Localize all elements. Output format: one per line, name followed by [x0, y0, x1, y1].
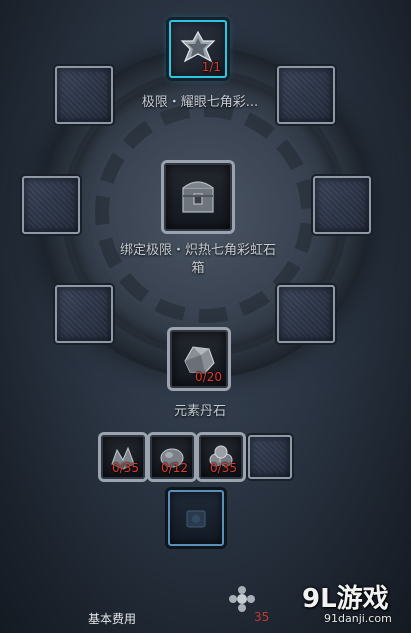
gear-icon[interactable]	[228, 585, 256, 613]
site-watermark: 9L游戏 91danji.com	[302, 578, 411, 633]
slot-bottom-right[interactable]	[277, 285, 335, 343]
main-item-name-line2: 箱	[191, 261, 205, 276]
result-item-slot[interactable]: 1/1	[169, 20, 227, 78]
sub-material-count-3: 0/35	[210, 461, 237, 475]
faded-item-icon	[186, 510, 206, 528]
treasure-chest-icon	[182, 181, 214, 213]
main-item-slot[interactable]	[164, 163, 232, 231]
sub-material-count-2: 0/12	[161, 461, 188, 475]
sub-material-slot-4[interactable]	[248, 435, 292, 479]
slot-top-left[interactable]	[55, 66, 113, 124]
material-item-count: 0/20	[195, 370, 222, 384]
slot-mid-left[interactable]	[22, 176, 80, 234]
main-item-name-line1: 绑定极限・炽热七角彩虹石	[119, 243, 276, 258]
sub-material-count-1: 0/35	[112, 461, 139, 475]
base-cost-value: 35	[254, 610, 270, 624]
result-item-name: 极限・耀眼七角彩...	[141, 95, 259, 110]
material-item-name: 元素丹石	[173, 404, 226, 419]
bottom-extra-slot[interactable]	[168, 490, 224, 546]
watermark-logo: 9L游戏	[302, 584, 389, 614]
main-item-name: 绑定极限・炽热七角彩虹石 箱	[98, 242, 298, 278]
sub-material-slot-2[interactable]: 0/12	[150, 435, 194, 479]
slot-mid-right[interactable]	[313, 176, 371, 234]
sub-material-slot-3[interactable]: 0/35	[199, 435, 243, 479]
material-item-slot[interactable]: 0/20	[170, 330, 228, 388]
base-cost-label: 基本费用	[88, 612, 137, 626]
watermark-url: 91danji.com	[324, 612, 392, 625]
slot-bottom-left[interactable]	[55, 285, 113, 343]
result-item-count: 1/1	[201, 60, 221, 74]
sub-material-slot-1[interactable]: 0/35	[101, 435, 145, 479]
